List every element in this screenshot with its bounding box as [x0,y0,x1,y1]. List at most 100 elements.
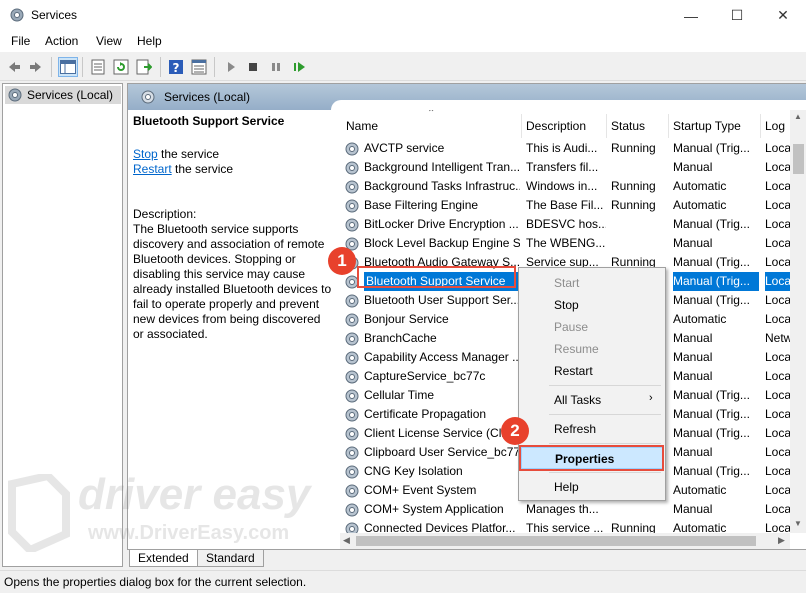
scroll-right-icon[interactable]: ▶ [778,535,785,546]
stop-service-icon[interactable] [243,57,263,77]
restart-service-icon[interactable] [289,57,309,77]
highlight-properties [519,445,664,471]
stop-service-link[interactable]: Stop [133,147,158,161]
status-text: Opens the properties dialog box for the … [4,575,307,589]
description-line: new devices from being discovered [133,312,321,326]
gear-icon [345,484,359,498]
service-row[interactable]: Connected Devices Platfor... This service… [340,519,806,533]
cell-name: Background Intelligent Tran... [364,160,520,174]
column-header-name[interactable]: Name [342,114,522,138]
menu-item-start[interactable]: Start [521,272,663,294]
vertical-scrollbar[interactable]: ▲ ▼ [790,110,806,533]
service-row[interactable]: Background Intelligent Tran... Transfers … [340,158,806,177]
cell-name: Certificate Propagation [364,407,487,421]
menu-action[interactable]: Action [45,34,78,48]
maximize-button[interactable]: ☐ [714,0,760,31]
menu-view[interactable]: View [96,34,122,48]
description-line: The Bluetooth service supports [133,222,299,236]
properties-sheet-icon[interactable] [88,57,108,77]
service-row[interactable]: BitLocker Drive Encryption ... BDESVC hos… [340,215,806,234]
cell-name: Background Tasks Infrastruc... [364,179,520,193]
description-line: discovery and association of remote [133,237,325,251]
menu-item-stop[interactable]: Stop [521,294,663,316]
cell-desc: BDESVC hos... [526,217,606,231]
menu-help[interactable]: Help [137,34,162,48]
close-button[interactable]: ✕ [760,0,806,31]
tab-extended[interactable]: Extended [129,550,198,567]
cell-startup: Automatic [673,179,727,193]
tab-standard[interactable]: Standard [197,550,264,567]
menu-item-resume[interactable]: Resume [521,338,663,360]
cell-startup: Manual (Trig... [673,464,750,478]
refresh-icon[interactable] [111,57,131,77]
gear-icon [345,408,359,422]
cell-name: AVCTP service [364,141,445,155]
cell-name: Capability Access Manager ... [364,350,520,364]
gear-icon [345,180,359,194]
details-view-icon[interactable] [189,57,209,77]
restart-service-link[interactable]: Restart [133,162,172,176]
cell-name: CaptureService_bc77c [364,369,486,383]
cell-startup: Automatic [673,198,727,212]
service-row[interactable]: Background Tasks Infrastruc... Windows in… [340,177,806,196]
service-row[interactable]: Base Filtering Engine The Base Fil... Runn… [340,196,806,215]
cell-startup: Manual [673,369,713,383]
cell-startup: Manual (Trig... [673,217,750,231]
show-hide-console-tree-icon[interactable] [58,57,78,77]
cell-name: CNG Key Isolation [364,464,463,478]
scroll-left-icon[interactable]: ◀ [343,535,350,546]
horizontal-scrollbar[interactable]: ◀ ▶ [340,533,790,549]
menu-file[interactable]: File [11,34,30,48]
gear-icon [345,370,359,384]
gear-icon [8,88,22,102]
cell-startup: Manual (Trig... [673,272,759,291]
scroll-down-icon[interactable]: ▼ [794,519,802,528]
pause-service-icon[interactable] [266,57,286,77]
gear-icon [345,446,359,460]
cell-name: Cellular Time [364,388,435,402]
forward-icon[interactable] [26,57,46,77]
menu-item-restart[interactable]: Restart [521,360,663,382]
cell-startup: Manual [673,160,713,174]
description-line: disabling this service may cause [133,267,306,281]
cell-startup: Manual (Trig... [673,255,750,269]
gear-icon [345,218,359,232]
restart-suffix: the service [171,162,234,176]
scroll-up-icon[interactable]: ▲ [794,112,802,121]
gear-icon [345,161,359,175]
start-service-icon[interactable] [221,57,241,77]
cell-status: Running [611,179,656,193]
back-icon[interactable] [4,57,24,77]
export-list-icon[interactable] [134,57,154,77]
column-header-status[interactable]: Status [607,114,669,138]
column-header-startup-type[interactable]: Startup Type [669,114,761,138]
gear-icon [345,351,359,365]
cell-startup: Manual [673,445,713,459]
help-icon[interactable]: ? [166,57,186,77]
highlight-selected-service [357,266,516,288]
gear-icon [141,90,155,104]
cell-desc: This is Audi... [526,141,598,155]
cell-startup: Manual (Trig... [673,426,750,440]
cell-startup: Automatic [673,312,727,326]
menu-item-pause[interactable]: Pause [521,316,663,338]
stop-suffix: the service [157,147,220,161]
service-row[interactable]: Block Level Backup Engine S... The WBENG.… [340,234,806,253]
service-row[interactable]: COM+ System Application Manages th... Manu… [340,500,806,519]
toolbar: ? [0,52,806,81]
menu-item-all-tasks[interactable]: All Tasks [521,389,663,411]
horizontal-scroll-thumb[interactable] [356,536,756,546]
step-2-badge: 2 [501,417,529,445]
service-row[interactable]: AVCTP service This is Audi... Running Manua… [340,139,806,158]
description-line: already installed Bluetooth devices to [133,282,332,296]
vertical-scroll-thumb[interactable] [793,144,804,174]
cell-startup: Manual [673,502,713,516]
cell-status: Running [611,141,656,155]
minimize-button[interactable]: — [668,0,714,31]
menu-item-refresh[interactable]: Refresh [521,418,663,440]
cell-name: COM+ System Application [364,502,504,516]
menu-item-help[interactable]: Help [521,476,663,498]
column-header-description[interactable]: Description [522,114,607,138]
tree-item-services-local[interactable]: Services (Local) [5,86,121,104]
cell-desc: Manages th... [526,502,599,516]
